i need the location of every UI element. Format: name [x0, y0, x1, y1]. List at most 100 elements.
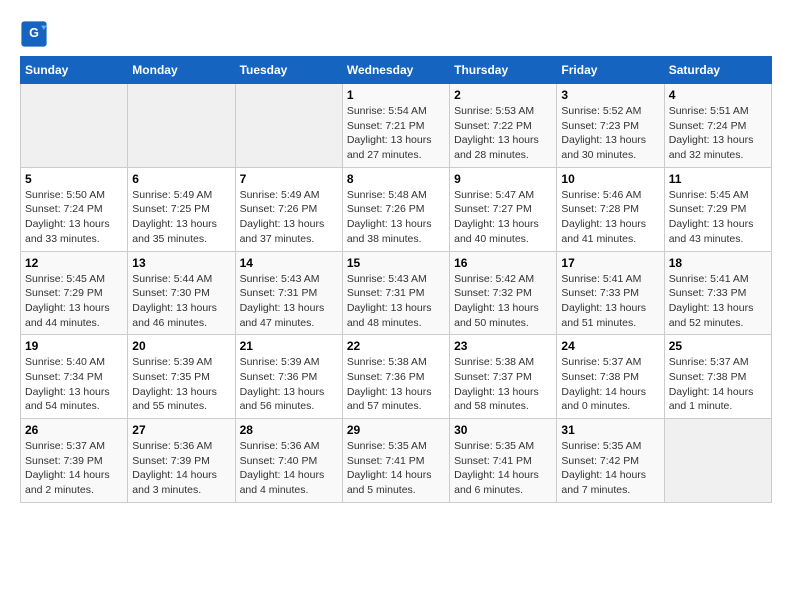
day-cell: [664, 419, 771, 503]
day-number: 16: [454, 256, 552, 270]
day-cell: 14 Sunrise: 5:43 AMSunset: 7:31 PMDaylig…: [235, 251, 342, 335]
week-row-3: 12 Sunrise: 5:45 AMSunset: 7:29 PMDaylig…: [21, 251, 772, 335]
day-info: Sunrise: 5:44 AMSunset: 7:30 PMDaylight:…: [132, 272, 230, 331]
day-info: Sunrise: 5:45 AMSunset: 7:29 PMDaylight:…: [669, 188, 767, 247]
calendar-header: SundayMondayTuesdayWednesdayThursdayFrid…: [21, 57, 772, 84]
day-info: Sunrise: 5:38 AMSunset: 7:37 PMDaylight:…: [454, 355, 552, 414]
day-number: 4: [669, 88, 767, 102]
day-cell: 11 Sunrise: 5:45 AMSunset: 7:29 PMDaylig…: [664, 167, 771, 251]
page-header: G: [20, 20, 772, 48]
day-info: Sunrise: 5:35 AMSunset: 7:41 PMDaylight:…: [454, 439, 552, 498]
logo: G: [20, 20, 52, 48]
day-number: 5: [25, 172, 123, 186]
day-info: Sunrise: 5:35 AMSunset: 7:41 PMDaylight:…: [347, 439, 445, 498]
day-cell: 4 Sunrise: 5:51 AMSunset: 7:24 PMDayligh…: [664, 84, 771, 168]
day-number: 25: [669, 339, 767, 353]
day-info: Sunrise: 5:49 AMSunset: 7:25 PMDaylight:…: [132, 188, 230, 247]
day-info: Sunrise: 5:35 AMSunset: 7:42 PMDaylight:…: [561, 439, 659, 498]
day-info: Sunrise: 5:41 AMSunset: 7:33 PMDaylight:…: [669, 272, 767, 331]
day-info: Sunrise: 5:43 AMSunset: 7:31 PMDaylight:…: [347, 272, 445, 331]
day-number: 20: [132, 339, 230, 353]
day-cell: 9 Sunrise: 5:47 AMSunset: 7:27 PMDayligh…: [450, 167, 557, 251]
day-number: 17: [561, 256, 659, 270]
day-number: 6: [132, 172, 230, 186]
day-number: 21: [240, 339, 338, 353]
day-number: 28: [240, 423, 338, 437]
day-cell: 1 Sunrise: 5:54 AMSunset: 7:21 PMDayligh…: [342, 84, 449, 168]
day-number: 14: [240, 256, 338, 270]
day-number: 22: [347, 339, 445, 353]
day-cell: 6 Sunrise: 5:49 AMSunset: 7:25 PMDayligh…: [128, 167, 235, 251]
day-cell: 7 Sunrise: 5:49 AMSunset: 7:26 PMDayligh…: [235, 167, 342, 251]
day-cell: 24 Sunrise: 5:37 AMSunset: 7:38 PMDaylig…: [557, 335, 664, 419]
day-number: 24: [561, 339, 659, 353]
day-info: Sunrise: 5:39 AMSunset: 7:36 PMDaylight:…: [240, 355, 338, 414]
day-cell: 13 Sunrise: 5:44 AMSunset: 7:30 PMDaylig…: [128, 251, 235, 335]
day-cell: 17 Sunrise: 5:41 AMSunset: 7:33 PMDaylig…: [557, 251, 664, 335]
day-number: 27: [132, 423, 230, 437]
day-cell: 19 Sunrise: 5:40 AMSunset: 7:34 PMDaylig…: [21, 335, 128, 419]
header-cell-saturday: Saturday: [664, 57, 771, 84]
day-info: Sunrise: 5:52 AMSunset: 7:23 PMDaylight:…: [561, 104, 659, 163]
day-number: 26: [25, 423, 123, 437]
day-cell: 22 Sunrise: 5:38 AMSunset: 7:36 PMDaylig…: [342, 335, 449, 419]
day-info: Sunrise: 5:38 AMSunset: 7:36 PMDaylight:…: [347, 355, 445, 414]
day-number: 12: [25, 256, 123, 270]
day-cell: 20 Sunrise: 5:39 AMSunset: 7:35 PMDaylig…: [128, 335, 235, 419]
day-info: Sunrise: 5:36 AMSunset: 7:39 PMDaylight:…: [132, 439, 230, 498]
day-info: Sunrise: 5:36 AMSunset: 7:40 PMDaylight:…: [240, 439, 338, 498]
day-info: Sunrise: 5:50 AMSunset: 7:24 PMDaylight:…: [25, 188, 123, 247]
day-number: 23: [454, 339, 552, 353]
day-info: Sunrise: 5:37 AMSunset: 7:38 PMDaylight:…: [561, 355, 659, 414]
day-cell: 2 Sunrise: 5:53 AMSunset: 7:22 PMDayligh…: [450, 84, 557, 168]
day-info: Sunrise: 5:48 AMSunset: 7:26 PMDaylight:…: [347, 188, 445, 247]
day-info: Sunrise: 5:39 AMSunset: 7:35 PMDaylight:…: [132, 355, 230, 414]
day-number: 10: [561, 172, 659, 186]
day-info: Sunrise: 5:51 AMSunset: 7:24 PMDaylight:…: [669, 104, 767, 163]
week-row-5: 26 Sunrise: 5:37 AMSunset: 7:39 PMDaylig…: [21, 419, 772, 503]
day-cell: 15 Sunrise: 5:43 AMSunset: 7:31 PMDaylig…: [342, 251, 449, 335]
day-cell: 8 Sunrise: 5:48 AMSunset: 7:26 PMDayligh…: [342, 167, 449, 251]
day-number: 15: [347, 256, 445, 270]
day-number: 19: [25, 339, 123, 353]
day-number: 2: [454, 88, 552, 102]
day-info: Sunrise: 5:42 AMSunset: 7:32 PMDaylight:…: [454, 272, 552, 331]
day-cell: [235, 84, 342, 168]
day-cell: 10 Sunrise: 5:46 AMSunset: 7:28 PMDaylig…: [557, 167, 664, 251]
day-number: 13: [132, 256, 230, 270]
day-info: Sunrise: 5:46 AMSunset: 7:28 PMDaylight:…: [561, 188, 659, 247]
calendar-table: SundayMondayTuesdayWednesdayThursdayFrid…: [20, 56, 772, 503]
header-cell-friday: Friday: [557, 57, 664, 84]
day-number: 1: [347, 88, 445, 102]
day-number: 9: [454, 172, 552, 186]
day-info: Sunrise: 5:47 AMSunset: 7:27 PMDaylight:…: [454, 188, 552, 247]
day-info: Sunrise: 5:40 AMSunset: 7:34 PMDaylight:…: [25, 355, 123, 414]
day-number: 18: [669, 256, 767, 270]
day-cell: [21, 84, 128, 168]
header-cell-thursday: Thursday: [450, 57, 557, 84]
day-cell: 29 Sunrise: 5:35 AMSunset: 7:41 PMDaylig…: [342, 419, 449, 503]
svg-text:G: G: [29, 26, 39, 40]
day-number: 31: [561, 423, 659, 437]
day-number: 30: [454, 423, 552, 437]
day-info: Sunrise: 5:37 AMSunset: 7:38 PMDaylight:…: [669, 355, 767, 414]
day-cell: 25 Sunrise: 5:37 AMSunset: 7:38 PMDaylig…: [664, 335, 771, 419]
day-cell: 12 Sunrise: 5:45 AMSunset: 7:29 PMDaylig…: [21, 251, 128, 335]
day-cell: 27 Sunrise: 5:36 AMSunset: 7:39 PMDaylig…: [128, 419, 235, 503]
day-cell: 21 Sunrise: 5:39 AMSunset: 7:36 PMDaylig…: [235, 335, 342, 419]
day-cell: 30 Sunrise: 5:35 AMSunset: 7:41 PMDaylig…: [450, 419, 557, 503]
week-row-2: 5 Sunrise: 5:50 AMSunset: 7:24 PMDayligh…: [21, 167, 772, 251]
week-row-4: 19 Sunrise: 5:40 AMSunset: 7:34 PMDaylig…: [21, 335, 772, 419]
day-cell: 18 Sunrise: 5:41 AMSunset: 7:33 PMDaylig…: [664, 251, 771, 335]
header-cell-monday: Monday: [128, 57, 235, 84]
day-info: Sunrise: 5:43 AMSunset: 7:31 PMDaylight:…: [240, 272, 338, 331]
calendar-body: 1 Sunrise: 5:54 AMSunset: 7:21 PMDayligh…: [21, 84, 772, 503]
day-cell: 31 Sunrise: 5:35 AMSunset: 7:42 PMDaylig…: [557, 419, 664, 503]
day-info: Sunrise: 5:53 AMSunset: 7:22 PMDaylight:…: [454, 104, 552, 163]
day-info: Sunrise: 5:41 AMSunset: 7:33 PMDaylight:…: [561, 272, 659, 331]
header-row: SundayMondayTuesdayWednesdayThursdayFrid…: [21, 57, 772, 84]
day-cell: 5 Sunrise: 5:50 AMSunset: 7:24 PMDayligh…: [21, 167, 128, 251]
day-cell: [128, 84, 235, 168]
day-number: 11: [669, 172, 767, 186]
day-number: 3: [561, 88, 659, 102]
